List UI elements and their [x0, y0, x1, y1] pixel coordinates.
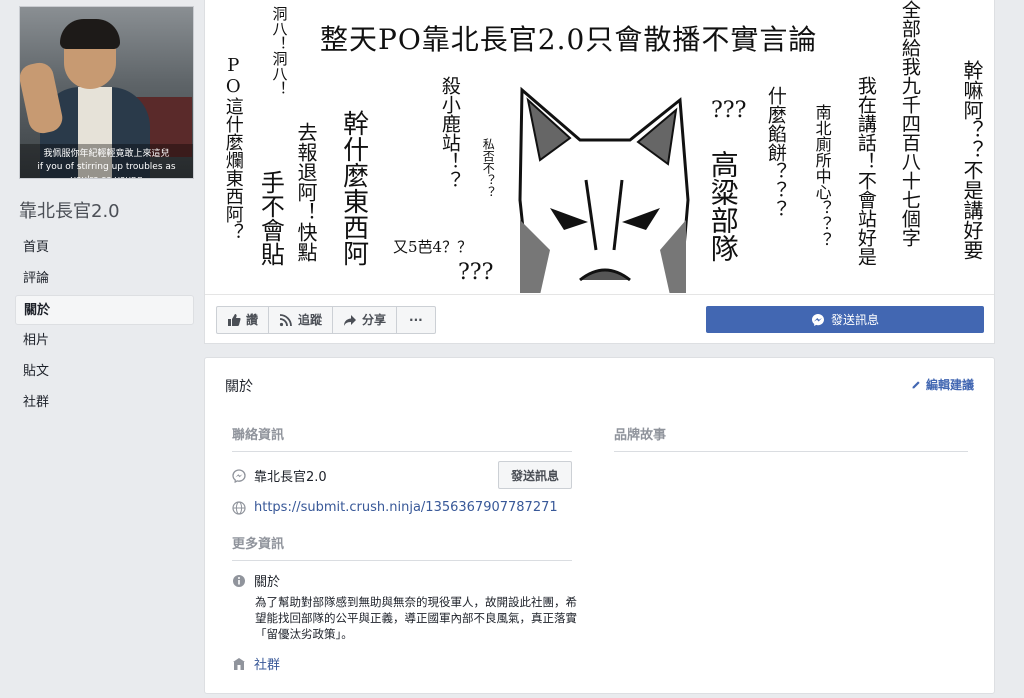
share-button[interactable]: 分享	[333, 307, 398, 333]
more-options-icon: ···	[409, 313, 423, 327]
like-button[interactable]: 讚	[217, 307, 270, 333]
action-button-group: 讚 追蹤 分享 ···	[216, 306, 436, 334]
cover-text-11: 高粱部隊	[706, 150, 740, 262]
nav-item-about[interactable]: 關於	[15, 295, 194, 325]
brand-story-header: 品牌故事	[614, 424, 968, 452]
nav-item-posts[interactable]: 貼文	[15, 357, 194, 387]
cover-text-8: 又5芭4？？	[393, 238, 473, 256]
thumbs-up-icon	[228, 314, 241, 326]
share-arrow-icon	[344, 315, 357, 326]
cover-text-3: 手不會貼	[256, 170, 285, 266]
cover-text-10: ???	[711, 98, 747, 123]
about-send-message-button[interactable]: 發送訊息	[498, 461, 572, 489]
community-icon	[233, 657, 245, 670]
nav-item-photos[interactable]: 相片	[15, 326, 194, 356]
page-name[interactable]: 靠北長官2.0	[19, 197, 120, 223]
send-message-button[interactable]: 發送訊息	[706, 306, 984, 333]
follow-button[interactable]: 追蹤	[269, 307, 334, 333]
cover-card: 整天PO靠北長官2.0只會散播不實言論 PO這什麼爛東西阿？ 洞八！洞八！ 手不…	[204, 0, 995, 344]
about-card: 關於 編輯建議 聯絡資訊 靠北長官2.0 發送訊息 https://submit…	[204, 357, 995, 694]
cover-photo[interactable]: 整天PO靠北長官2.0只會散播不實言論 PO這什麼爛東西阿？ 洞八！洞八！ 手不…	[205, 0, 994, 293]
cover-text-2: 洞八！洞八！	[270, 6, 289, 96]
messenger-icon	[811, 313, 824, 326]
cover-text-15: 全部給我九千四百八十七個字	[898, 0, 921, 247]
globe-icon	[232, 500, 246, 515]
left-column: 我佩服你年紀輕輕竟敢上來這兒 if you of stirring up tro…	[0, 0, 204, 698]
follow-label: 追蹤	[298, 313, 323, 327]
rss-follow-icon	[279, 314, 292, 327]
info-icon	[233, 574, 245, 587]
cover-text-9: ???	[458, 260, 494, 285]
about-section-title: 關於	[225, 379, 253, 395]
cover-text-1: PO這什麼爛東西阿？	[222, 55, 244, 241]
about-info-label: 關於	[254, 575, 281, 590]
profile-arm-shape	[20, 60, 65, 136]
about-info-row: 關於	[232, 571, 280, 590]
community-row[interactable]: 社群	[232, 654, 280, 673]
messenger-page-name: 靠北長官2.0	[254, 470, 327, 485]
like-label: 讚	[246, 313, 259, 327]
cover-text-16: 幹嘛阿？？不是講好要	[960, 60, 984, 260]
cover-title-text: 整天PO靠北長官2.0只會散播不實言論	[320, 23, 818, 56]
about-description: 為了幫助對部隊感到無助與無奈的現役軍人，故開設此社團，希望能找回部隊的公平與正義…	[255, 595, 577, 641]
website-row: https://submit.crush.ninja/1356367907787…	[232, 500, 558, 515]
more-options-button[interactable]: ···	[397, 307, 435, 333]
pencil-icon	[912, 381, 920, 389]
contact-info-header: 聯絡資訊	[232, 424, 572, 452]
send-message-label: 發送訊息	[830, 313, 879, 327]
cover-text-5: 幹什麼東西阿	[338, 110, 369, 266]
page-action-bar: 讚 追蹤 分享 ··· 發送訊息	[205, 294, 994, 345]
cover-text-7: 私否不？？	[481, 138, 496, 198]
profile-caption: 我佩服你年紀輕輕竟敢上來這兒 if you of stirring up tro…	[20, 144, 193, 178]
cover-text-6: 殺小鹿站！？	[438, 76, 461, 190]
husky-dog-drawing	[518, 86, 690, 293]
more-info-header: 更多資訊	[232, 533, 572, 561]
nav-item-reviews[interactable]: 評論	[15, 264, 194, 294]
profile-picture[interactable]: 我佩服你年紀輕輕竟敢上來這兒 if you of stirring up tro…	[19, 6, 194, 179]
sidebar-nav: 首頁 評論 關於 相片 貼文 社群	[15, 233, 194, 419]
messenger-row: 靠北長官2.0	[232, 466, 327, 485]
cover-text-14: 我在講話！不會站好是	[854, 76, 877, 266]
cover-text-4: 去報退阿！快點	[294, 122, 318, 262]
nav-item-community[interactable]: 社群	[15, 388, 194, 418]
cover-text-12: 什麼餡餅？？？	[764, 86, 787, 219]
edit-suggestion-link[interactable]: 編輯建議	[911, 376, 974, 393]
share-label: 分享	[362, 313, 387, 327]
website-link[interactable]: https://submit.crush.ninja/1356367907787…	[254, 500, 558, 515]
profile-hair-shape	[60, 19, 120, 49]
nav-item-home[interactable]: 首頁	[15, 233, 194, 263]
cover-text-13: 南北廁所中心？？？	[812, 104, 832, 248]
edit-suggestion-label: 編輯建議	[925, 378, 974, 392]
messenger-outline-icon	[232, 468, 246, 483]
community-link[interactable]: 社群	[254, 654, 280, 673]
